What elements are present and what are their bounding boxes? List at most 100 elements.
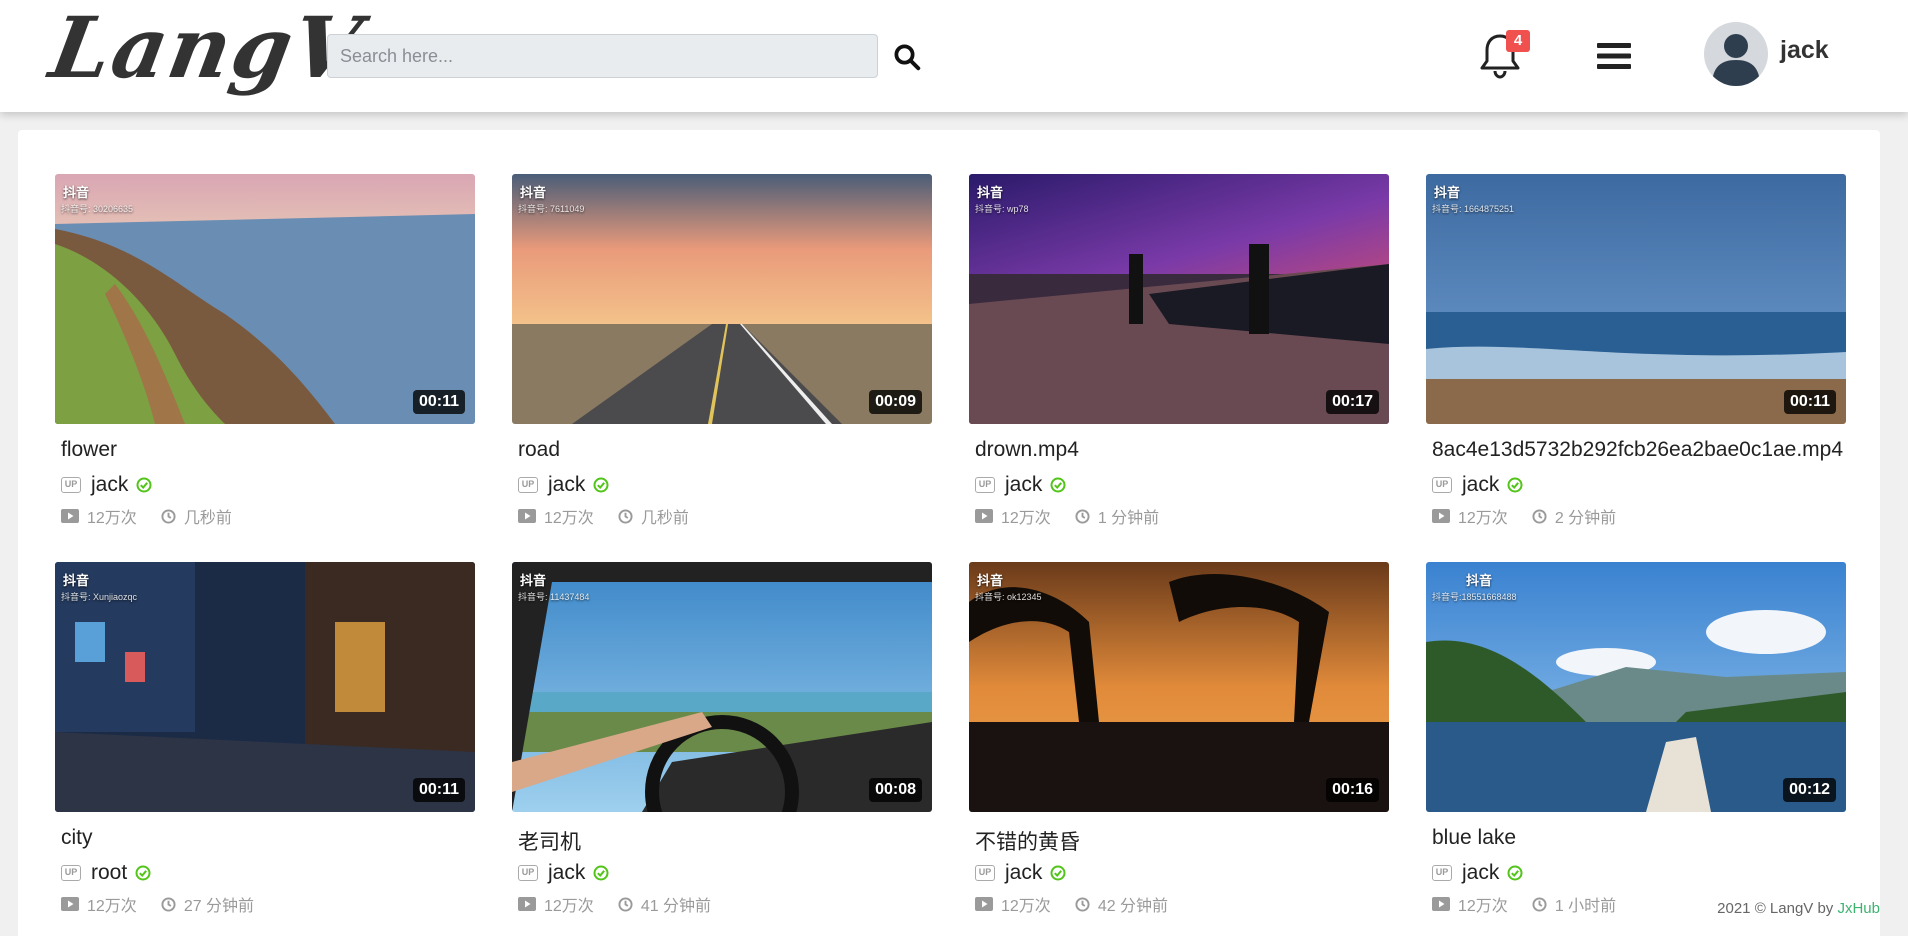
uploader-row: UP jack bbox=[518, 860, 609, 886]
clock-icon bbox=[1075, 508, 1090, 524]
uploader-row: UP jack bbox=[975, 472, 1066, 498]
video-title[interactable]: road bbox=[518, 438, 560, 462]
up-badge-icon: UP bbox=[518, 477, 538, 493]
video-duration: 00:11 bbox=[1783, 390, 1836, 414]
video-thumbnail[interactable]: 抖音 抖音号: 30206635 00:11 bbox=[55, 174, 475, 424]
tiktok-id-watermark: 抖音号: 7611049 bbox=[518, 204, 585, 214]
top-navbar: LangV 4 jack bbox=[0, 0, 1908, 112]
video-thumbnail[interactable]: 抖音 抖音号: ok12345 00:16 bbox=[969, 562, 1389, 812]
view-count: 12万次 bbox=[1001, 510, 1051, 527]
video-card[interactable]: 抖音 抖音号: 30206635 00:11 flower UP jack 12… bbox=[55, 174, 475, 534]
view-count: 12万次 bbox=[1458, 898, 1508, 915]
video-thumbnail[interactable]: 抖音 抖音号:18551668488 00:12 bbox=[1426, 562, 1846, 812]
uploader-name[interactable]: jack bbox=[548, 861, 585, 885]
clock-icon bbox=[1532, 508, 1547, 524]
up-badge-icon: UP bbox=[975, 865, 995, 881]
upload-time: 42 分钟前 bbox=[1097, 898, 1169, 915]
video-duration: 00:12 bbox=[1783, 778, 1836, 802]
video-meta: 12万次 几秒前 bbox=[61, 504, 232, 528]
tiktok-watermark: 抖音 bbox=[63, 573, 90, 588]
uploader-name[interactable]: root bbox=[91, 861, 127, 885]
uploader-name[interactable]: jack bbox=[548, 473, 585, 497]
video-meta: 12万次 2 分钟前 bbox=[1432, 504, 1616, 528]
hamburger-menu-icon[interactable] bbox=[1596, 40, 1632, 72]
uploader-name[interactable]: jack bbox=[1462, 861, 1499, 885]
video-title[interactable]: 不错的黄昏 bbox=[975, 826, 1080, 856]
video-thumbnail[interactable]: 抖音 抖音号: Xunjiaozqc 00:11 bbox=[55, 562, 475, 812]
video-meta: 12万次 27 分钟前 bbox=[61, 892, 254, 916]
upload-time: 2 分钟前 bbox=[1554, 510, 1617, 527]
footer-brand-link[interactable]: JxHub bbox=[1837, 900, 1880, 917]
up-badge-icon: UP bbox=[1432, 865, 1452, 881]
video-list-panel: 抖音 抖音号: 30206635 00:11 flower UP jack 12… bbox=[18, 130, 1880, 936]
up-badge-icon: UP bbox=[61, 865, 81, 881]
clock-icon bbox=[618, 896, 633, 912]
user-avatar-icon[interactable] bbox=[1704, 22, 1768, 86]
video-title[interactable]: drown.mp4 bbox=[975, 438, 1079, 462]
app-logo[interactable]: LangV bbox=[43, 0, 369, 97]
tiktok-watermark: 抖音 bbox=[977, 185, 1004, 200]
video-thumbnail[interactable]: 抖音 抖音号: 1664875251 00:11 bbox=[1426, 174, 1846, 424]
upload-time: 41 分钟前 bbox=[640, 898, 712, 915]
tiktok-id-watermark: 抖音号: wp78 bbox=[975, 204, 1029, 214]
video-card[interactable]: 抖音 抖音号: 7611049 00:09 road UP jack 12万次 … bbox=[512, 174, 932, 534]
username-label[interactable]: jack bbox=[1780, 36, 1829, 65]
uploader-row: UP jack bbox=[1432, 472, 1523, 498]
upload-time: 几秒前 bbox=[640, 510, 689, 527]
view-count: 12万次 bbox=[87, 510, 137, 527]
video-title[interactable]: city bbox=[61, 826, 93, 850]
view-count: 12万次 bbox=[1001, 898, 1051, 915]
check-circle-icon bbox=[136, 477, 152, 493]
tiktok-id-watermark: 抖音号: Xunjiaozqc bbox=[61, 592, 138, 602]
search-icon[interactable] bbox=[892, 42, 922, 72]
tiktok-id-watermark: 抖音号: ok12345 bbox=[975, 592, 1042, 602]
view-count: 12万次 bbox=[1458, 510, 1508, 527]
video-card[interactable]: 抖音 抖音号: wp78 00:17 drown.mp4 UP jack 12万… bbox=[969, 174, 1389, 534]
upload-time: 1 分钟前 bbox=[1097, 510, 1160, 527]
video-title[interactable]: 老司机 bbox=[518, 826, 581, 856]
check-circle-icon bbox=[1507, 865, 1523, 881]
video-card[interactable]: 抖音 抖音号: ok12345 00:16 不错的黄昏 UP jack 12万次… bbox=[969, 562, 1389, 922]
video-title[interactable]: 8ac4e13d5732b292fcb26ea2bae0c1ae.mp4 bbox=[1432, 438, 1843, 462]
video-meta: 12万次 42 分钟前 bbox=[975, 892, 1168, 916]
video-meta: 12万次 41 分钟前 bbox=[518, 892, 711, 916]
video-thumbnail[interactable]: 抖音 抖音号: wp78 00:17 bbox=[969, 174, 1389, 424]
video-title[interactable]: flower bbox=[61, 438, 117, 462]
view-count: 12万次 bbox=[87, 898, 137, 915]
video-card[interactable]: 抖音 抖音号: 1664875251 00:11 8ac4e13d5732b29… bbox=[1426, 174, 1846, 534]
video-duration: 00:09 bbox=[869, 390, 922, 414]
play-icon bbox=[975, 509, 993, 523]
video-meta: 12万次 1 分钟前 bbox=[975, 504, 1159, 528]
video-card[interactable]: 抖音 抖音号:18551668488 00:12 blue lake UP ja… bbox=[1426, 562, 1846, 922]
tiktok-watermark: 抖音 bbox=[63, 185, 90, 200]
view-count: 12万次 bbox=[544, 898, 594, 915]
tiktok-watermark: 抖音 bbox=[1466, 573, 1493, 588]
upload-time: 27 分钟前 bbox=[183, 898, 255, 915]
clock-icon bbox=[618, 508, 633, 524]
view-count: 12万次 bbox=[544, 510, 594, 527]
video-title[interactable]: blue lake bbox=[1432, 826, 1516, 850]
play-icon bbox=[518, 509, 536, 523]
check-circle-icon bbox=[593, 477, 609, 493]
video-card[interactable]: 抖音 抖音号: 11437484 00:08 老司机 UP jack 12万次 … bbox=[512, 562, 932, 922]
footer: 2021 © LangV by JxHub bbox=[1717, 900, 1880, 917]
search-input[interactable] bbox=[327, 34, 878, 78]
check-circle-icon bbox=[1507, 477, 1523, 493]
tiktok-watermark: 抖音 bbox=[1434, 185, 1461, 200]
video-thumbnail[interactable]: 抖音 抖音号: 7611049 00:09 bbox=[512, 174, 932, 424]
video-duration: 00:16 bbox=[1326, 778, 1379, 802]
upload-time: 1 小时前 bbox=[1554, 898, 1617, 915]
play-icon bbox=[61, 897, 79, 911]
notification-count-badge: 4 bbox=[1506, 30, 1530, 52]
uploader-name[interactable]: jack bbox=[91, 473, 128, 497]
uploader-name[interactable]: jack bbox=[1005, 861, 1042, 885]
uploader-name[interactable]: jack bbox=[1005, 473, 1042, 497]
video-duration: 00:17 bbox=[1326, 390, 1379, 414]
uploader-name[interactable]: jack bbox=[1462, 473, 1499, 497]
video-duration: 00:08 bbox=[869, 778, 922, 802]
copyright-text: 2021 © LangV by bbox=[1717, 900, 1838, 917]
play-icon bbox=[61, 509, 79, 523]
up-badge-icon: UP bbox=[1432, 477, 1452, 493]
video-thumbnail[interactable]: 抖音 抖音号: 11437484 00:08 bbox=[512, 562, 932, 812]
video-card[interactable]: 抖音 抖音号: Xunjiaozqc 00:11 city UP root 12… bbox=[55, 562, 475, 922]
